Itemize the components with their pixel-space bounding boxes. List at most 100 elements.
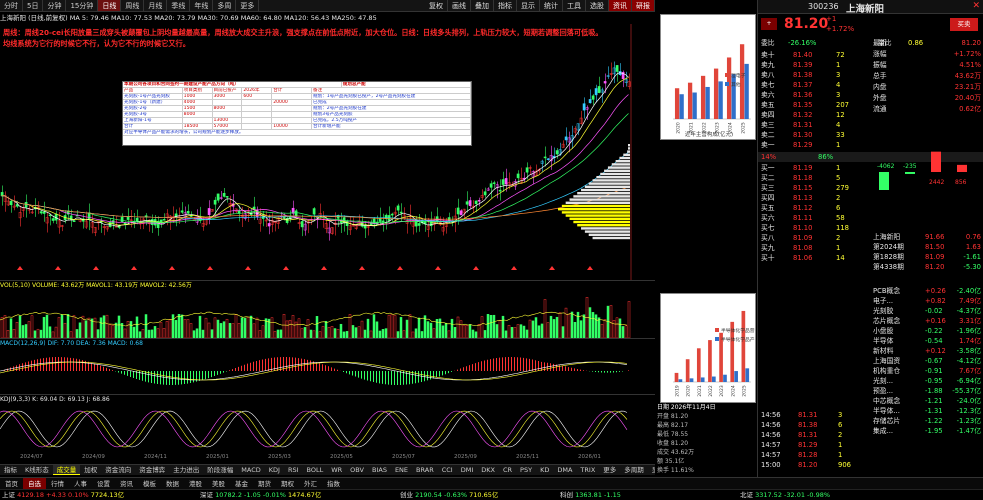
sector-row[interactable]: 上海国资 -0.67 -4.12亿	[873, 356, 983, 366]
indicator-tab-7[interactable]: 阶段涨幅	[203, 465, 237, 475]
indicator-tab-10[interactable]: RSI	[284, 465, 303, 475]
kdj-chart[interactable]	[0, 404, 655, 454]
indicator-tab-16[interactable]: BRAR	[412, 465, 438, 475]
volume-chart[interactable]	[0, 290, 655, 338]
add-icon[interactable]: +	[761, 18, 777, 30]
sector-row[interactable]: PCB概念 +0.26 -2.40亿	[873, 286, 983, 296]
indicator-tab-15[interactable]: ENE	[391, 465, 412, 475]
indicator-tab-26[interactable]: 多周期	[620, 465, 648, 475]
indicator-tab-0[interactable]: 指标	[0, 465, 21, 475]
close-icon[interactable]: ✕	[972, 1, 980, 11]
toolbar-tool-6[interactable]: 工具	[563, 0, 586, 11]
indicator-tab-19[interactable]: DKX	[477, 465, 499, 475]
indicator-tab-27[interactable]: 显示	[648, 465, 655, 475]
toolbar-tab-9[interactable]: 多周	[213, 0, 237, 11]
nav-tab-14[interactable]: 指数	[322, 478, 345, 489]
toolbar-tool-8[interactable]: 资讯	[609, 0, 632, 11]
toolbar-tool-4[interactable]: 显示	[517, 0, 540, 11]
indicator-tab-5[interactable]: 资金博弈	[135, 465, 169, 475]
toolbar-tab-2[interactable]: 分钟	[43, 0, 67, 11]
sector-row[interactable]: 光刻... -0.95 -6.94亿	[873, 376, 983, 386]
toolbar-tab-0[interactable]: 分时	[0, 0, 23, 11]
indicator-tab-14[interactable]: BIAS	[368, 465, 391, 475]
toolbar-tab-6[interactable]: 月线	[144, 0, 168, 11]
indicator-tab-6[interactable]: 主力进出	[169, 465, 203, 475]
indicator-tab-18[interactable]: DMI	[457, 465, 478, 475]
sector-row[interactable]: 存储芯片 -1.22 -1.23亿	[873, 416, 983, 426]
indicator-tab-23[interactable]: DMA	[553, 465, 576, 475]
candle-body	[18, 212, 22, 219]
candle-body	[204, 219, 208, 225]
indicator-tab-4[interactable]: 资金流向	[101, 465, 135, 475]
index-item[interactable]: 深证 10782.2 -1.05 -0.01% 1474.67亿	[200, 490, 321, 500]
candlestick-chart[interactable]	[0, 24, 655, 280]
sector-row[interactable]: 机构重仓 -0.91 7.67亿	[873, 366, 983, 376]
volume-bar	[90, 318, 94, 338]
indicator-tab-25[interactable]: 更多	[599, 465, 620, 475]
toolbar-tab-3[interactable]: 15分钟	[66, 0, 99, 11]
toolbar-tab-1[interactable]: 5日	[23, 0, 44, 11]
indicator-tab-1[interactable]: K线形态	[21, 465, 53, 475]
nav-tab-9[interactable]: 美股	[207, 478, 230, 489]
buy-label: 买五	[761, 204, 775, 212]
volume-bar	[369, 330, 373, 338]
volume-bar	[366, 318, 370, 338]
toolbar-tab-10[interactable]: 更多	[236, 0, 260, 11]
nav-tab-6[interactable]: 模板	[138, 478, 161, 489]
indicator-tab-22[interactable]: KD	[536, 465, 553, 475]
indicator-tab-8[interactable]: MACD	[237, 465, 264, 475]
sector-row[interactable]: 光刻胶 -0.02 -4.37亿	[873, 306, 983, 316]
index-item[interactable]: 科创 1363.81 -1.15	[560, 490, 621, 500]
indicator-tab-21[interactable]: PSY	[516, 465, 536, 475]
sector-row[interactable]: 半导体 -0.54 1.74亿	[873, 336, 983, 346]
index-item[interactable]: 北证 3317.52 -32.01 -0.98%	[740, 490, 830, 500]
nav-tab-11[interactable]: 期货	[253, 478, 276, 489]
money-flow-value: 2442	[929, 179, 944, 186]
nav-tab-10[interactable]: 基金	[230, 478, 253, 489]
toolbar-tool-5[interactable]: 统计	[540, 0, 563, 11]
nav-tab-0[interactable]: 首页	[0, 478, 23, 489]
buy-button[interactable]: 买卖	[950, 18, 978, 31]
sector-row[interactable]: 半导体... -1.31 -12.3亿	[873, 406, 983, 416]
nav-tab-5[interactable]: 资讯	[115, 478, 138, 489]
sector-row[interactable]: 中芯概念 -1.21 -24.0亿	[873, 396, 983, 406]
toolbar-tab-5[interactable]: 周线	[121, 0, 145, 11]
nav-tab-4[interactable]: 设置	[92, 478, 115, 489]
macd-chart[interactable]	[0, 348, 655, 394]
sector-row[interactable]: 集成... -1.95 -1.47亿	[873, 426, 983, 436]
sector-row[interactable]: 新材料 +0.12 -3.58亿	[873, 346, 983, 356]
toolbar-tool-1[interactable]: 画线	[448, 0, 471, 11]
indicator-tab-3[interactable]: 加权	[80, 465, 101, 475]
toolbar-tab-8[interactable]: 年线	[190, 0, 214, 11]
nav-tab-3[interactable]: 人事	[69, 478, 92, 489]
indicator-tab-9[interactable]: KDJ	[265, 465, 284, 475]
nav-tab-1[interactable]: 自选	[23, 478, 46, 489]
sector-row[interactable]: 小盘股 -0.22 -1.96亿	[873, 326, 983, 336]
toolbar-tool-2[interactable]: 叠加	[471, 0, 494, 11]
indicator-tab-24[interactable]: TRIX	[576, 465, 599, 475]
sell-vol: 4	[836, 121, 841, 129]
toolbar-tool-0[interactable]: 复权	[425, 0, 448, 11]
toolbar-tab-4[interactable]: 日线	[98, 0, 122, 11]
nav-tab-12[interactable]: 期权	[276, 478, 299, 489]
nav-tab-13[interactable]: 外汇	[299, 478, 322, 489]
indicator-tab-20[interactable]: CR	[499, 465, 516, 475]
toolbar-tab-7[interactable]: 季线	[167, 0, 191, 11]
indicator-tab-2[interactable]: 成交量	[52, 465, 81, 475]
toolbar-tool-9[interactable]: 研报	[632, 0, 655, 11]
nav-tab-2[interactable]: 行情	[46, 478, 69, 489]
sector-row[interactable]: 电子... +0.82 7.49亿	[873, 296, 983, 306]
sector-row[interactable]: 芯片概念 +0.16 3.31亿	[873, 316, 983, 326]
nav-tab-8[interactable]: 港股	[184, 478, 207, 489]
indicator-tab-12[interactable]: WR	[327, 465, 346, 475]
indicator-tab-11[interactable]: BOLL	[303, 465, 328, 475]
toolbar-tool-3[interactable]: 指标	[494, 0, 517, 11]
indicator-tab-13[interactable]: OBV	[346, 465, 368, 475]
volume-bar	[498, 319, 502, 338]
index-item[interactable]: 创业 2190.54 -0.63% 710.65亿	[400, 490, 498, 500]
nav-tab-7[interactable]: 数据	[161, 478, 184, 489]
toolbar-tool-7[interactable]: 选股	[586, 0, 609, 11]
sector-row[interactable]: 预盈... -1.88 -55.37亿	[873, 386, 983, 396]
indicator-tab-17[interactable]: CCI	[438, 465, 457, 475]
index-item[interactable]: 上证 4129.18 +4.33 0.10% 7724.13亿	[2, 490, 124, 500]
